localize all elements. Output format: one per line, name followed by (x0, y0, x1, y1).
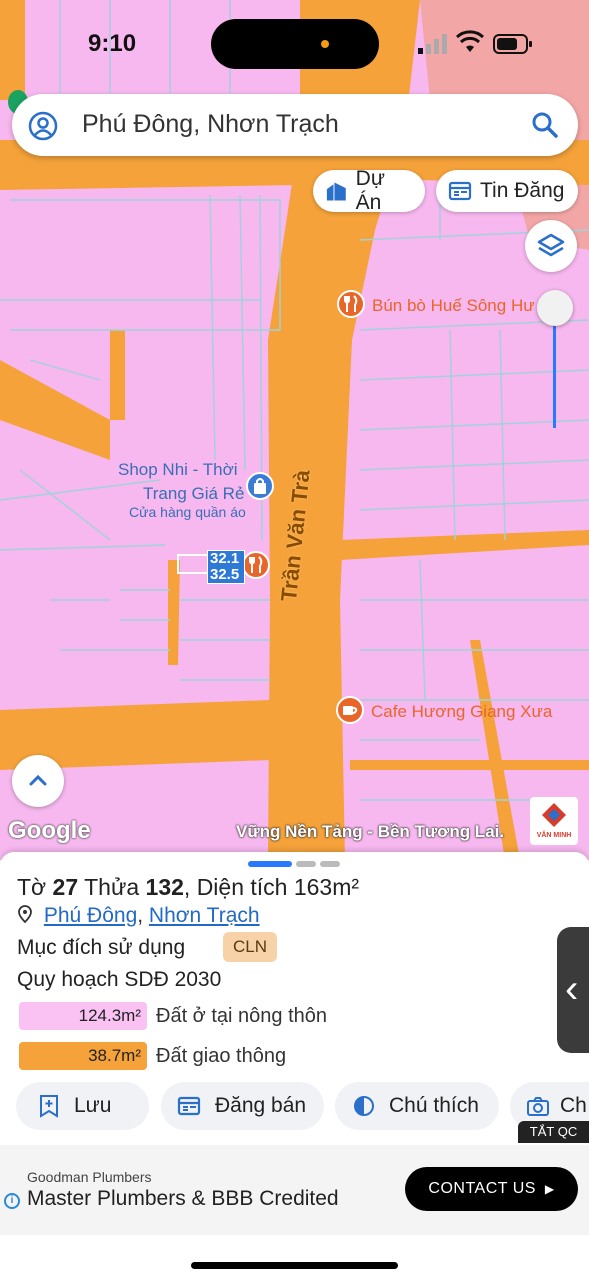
svg-text:VĂN MINH: VĂN MINH (537, 830, 572, 839)
listing-icon (177, 1096, 201, 1116)
camera-icon (527, 1097, 549, 1116)
layers-icon (537, 233, 565, 257)
chip-du-an[interactable]: Dự Án (313, 167, 425, 214)
location-pin-icon (18, 905, 32, 924)
brand-slogan: Vững Nền Tảng - Bền Tương Lai. (236, 822, 505, 841)
user-icon[interactable] (28, 111, 58, 141)
ward-link[interactable]: Phú Đông (44, 904, 137, 927)
search-bar[interactable]: Phú Đông, Nhơn Trạch (12, 94, 578, 156)
ad-headline: Master Plumbers & BBB Credited (27, 1187, 339, 1210)
chevron-left-icon: ‹ (565, 967, 579, 1011)
plan-label: Quy hoạch SDĐ 2030 (17, 968, 222, 991)
purpose-label: Mục đích sử dụng (17, 936, 186, 959)
status-bar: 9:10 (0, 0, 589, 80)
chip-label: Tin Đăng (480, 179, 565, 202)
poi-category: Cửa hàng quần áo (129, 504, 246, 520)
post-sale-button[interactable]: Đăng bán (161, 1082, 324, 1130)
contact-us-button[interactable]: CONTACT US ▶ (405, 1167, 578, 1211)
button-label: Lưu (74, 1094, 112, 1117)
chevron-up-icon (29, 774, 47, 786)
map-view[interactable]: 9:10 Phú Đông, Nhơn Trạch Dự Án Tin Đăng… (0, 0, 589, 860)
thua-number: 132 (145, 874, 184, 900)
legend-button[interactable]: Chú thích (335, 1082, 499, 1130)
shopping-bag-icon (246, 472, 274, 500)
chip-tin-dang[interactable]: Tin Đăng (436, 170, 578, 212)
bookmark-plus-icon (40, 1095, 58, 1118)
play-arrow-icon: ▶ (544, 1182, 555, 1196)
coffee-icon (336, 696, 364, 724)
to-label: Tờ (17, 874, 47, 900)
zone-label-residential: Đất ở tại nông thôn (156, 1005, 328, 1027)
zone-area-traffic: 38.7m² (19, 1042, 147, 1070)
brand-logo-icon: VĂN MINH (537, 803, 572, 839)
battery-icon (493, 34, 532, 54)
button-label: Chú thích (389, 1094, 479, 1117)
dynamic-island (211, 19, 379, 69)
district-link[interactable]: Nhơn Trạch (149, 904, 260, 927)
plot-label-line1: 32.1 (210, 550, 240, 567)
to-number: 27 (52, 874, 79, 900)
poi-name: Bún bò Huế Sông Hư (372, 296, 535, 315)
chip-label: Dự Án (355, 167, 385, 214)
button-label: Đăng bán (215, 1094, 307, 1117)
layers-button[interactable] (525, 220, 577, 272)
status-time: 9:10 (88, 30, 137, 57)
area-value: 163m² (293, 874, 360, 900)
zone-area-residential: 124.3m² (19, 1002, 147, 1030)
brand-logo[interactable]: VĂN MINH (530, 797, 578, 845)
ad-banner[interactable]: i Goodman Plumbers Master Plumbers & BBB… (0, 1145, 589, 1235)
google-attribution: Google (8, 817, 91, 844)
fork-knife-icon (337, 290, 365, 318)
sheet-page-indicator-active[interactable] (248, 861, 292, 867)
poi-name: Cafe Hương Giang Xưa (371, 702, 553, 721)
plot-number-label[interactable]: 32.1 32.5 (207, 550, 245, 584)
sheet-page-indicator[interactable] (296, 861, 316, 867)
building-icon (326, 182, 346, 201)
side-drawer-tab[interactable]: ‹ (557, 927, 589, 1053)
fork-knife-icon (242, 551, 270, 579)
parcel-title: Tờ 27 Thửa 132, Diện tích 163m² (17, 874, 360, 900)
cellular-signal-icon (418, 34, 447, 54)
poi-name-line2: Trang Giá Rẻ (143, 484, 245, 503)
search-text[interactable]: Phú Đông, Nhơn Trạch (82, 110, 339, 139)
opacity-slider-handle[interactable] (537, 290, 573, 326)
poi-name-line1: Shop Nhi - Thời (118, 460, 238, 479)
ad-advertiser: Goodman Plumbers (27, 1169, 152, 1185)
parcel-location: Phú Đông, Nhơn Trạch (18, 904, 260, 928)
parcel-info-sheet[interactable]: Tờ 27 Thửa 132, Diện tích 163m² Phú Đông… (0, 852, 589, 1152)
thua-label: Thửa (84, 874, 140, 900)
plot-label-line2: 32.5 (210, 566, 240, 583)
wifi-icon (456, 30, 484, 52)
cta-label: CONTACT US (428, 1180, 536, 1197)
save-button[interactable]: Lưu (16, 1082, 149, 1130)
listing-icon (448, 181, 472, 201)
hide-ads-button[interactable]: TẮT QC (518, 1121, 589, 1143)
purpose-code-badge[interactable]: CLN (223, 932, 277, 962)
button-label: Ch (560, 1094, 587, 1117)
home-indicator[interactable] (191, 1262, 398, 1269)
ad-info-icon[interactable]: i (4, 1193, 20, 1209)
search-icon[interactable] (530, 110, 560, 140)
contrast-icon (354, 1096, 374, 1116)
opacity-slider-track[interactable] (553, 320, 556, 428)
sheet-page-indicator[interactable] (320, 861, 340, 867)
expand-up-button[interactable] (12, 755, 64, 807)
zone-label-traffic: Đất giao thông (156, 1045, 287, 1067)
area-label: Diện tích (196, 874, 288, 900)
